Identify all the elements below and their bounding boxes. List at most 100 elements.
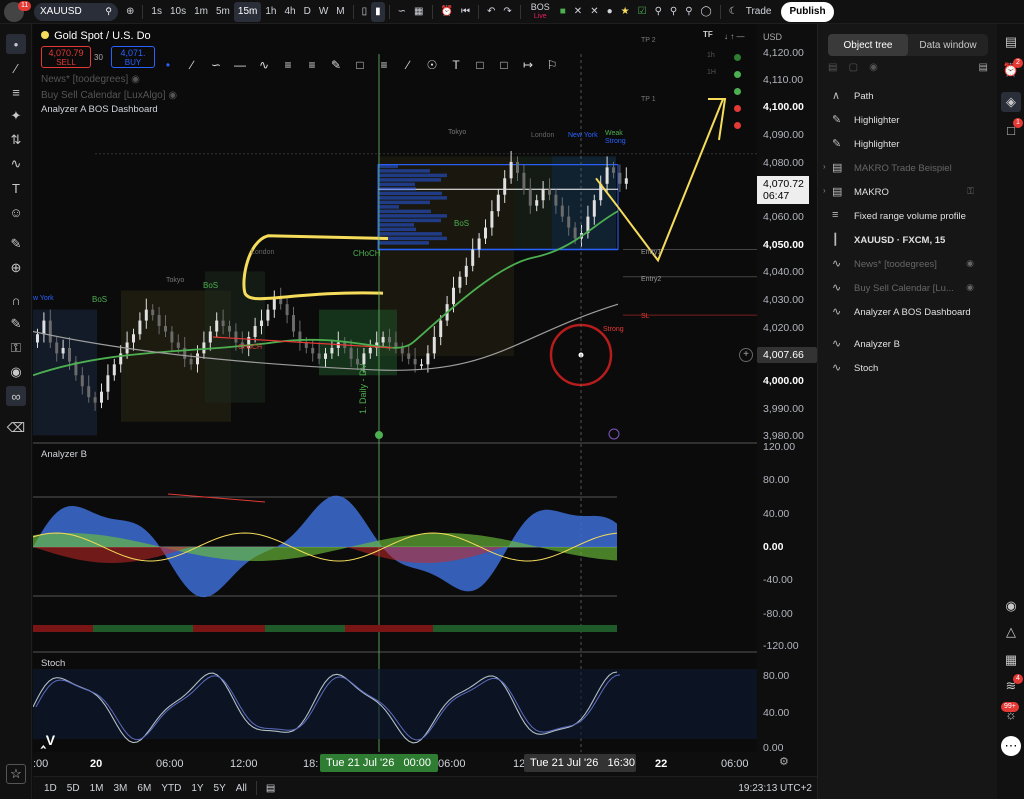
tab-data-window[interactable]: Data window — [908, 34, 988, 56]
interval-15m[interactable]: 15m — [233, 1, 262, 22]
new-folder-icon[interactable]: ▤ — [828, 62, 837, 73]
expand-chevron-icon[interactable]: › — [823, 186, 826, 195]
object-tree-item[interactable]: ≡ Fixed range volume profile — [818, 204, 998, 228]
chart-canvas[interactable] — [33, 24, 757, 752]
candles-icon[interactable]: ▮ — [371, 1, 385, 22]
rectangle-icon[interactable]: □ — [348, 55, 372, 75]
trendline-icon[interactable]: ∕ — [6, 58, 26, 78]
bar-style-icon[interactable]: ▯ — [358, 2, 372, 22]
stoch-title[interactable]: Stoch — [41, 658, 65, 669]
dashboard-controls[interactable]: ↓ ↑ — — [724, 32, 744, 41]
object-tree-item[interactable]: ∿ Buy Sell Calendar [Lu... ◉ — [818, 276, 998, 300]
interval-M[interactable]: M — [332, 2, 348, 22]
circle-icon[interactable]: ☉ — [420, 55, 444, 75]
redo-icon[interactable]: ↷ — [499, 2, 515, 22]
fib-icon[interactable]: ≡ — [300, 55, 324, 75]
lock-icon[interactable]: ⚿ — [6, 338, 26, 358]
price-axis[interactable]: USD 4,120.00 4,110.00 4,100.00 4,090.00 4,08… — [739, 24, 817, 776]
interval-1m[interactable]: 1m — [190, 2, 212, 22]
calendar-icon[interactable]: ▦ — [1001, 650, 1021, 670]
lock-icon[interactable]: ⚿ — [967, 186, 974, 197]
eye-hidden-icon[interactable]: ◉ — [966, 258, 974, 269]
pencil-icon[interactable]: ✎ — [324, 55, 348, 75]
undo-icon[interactable]: ↶ — [483, 2, 499, 22]
eye-hidden-icon[interactable]: ◉ — [168, 90, 177, 101]
range-all[interactable]: All — [231, 783, 252, 794]
fav-tools-icon[interactable]: ■ — [556, 2, 570, 22]
comment-icon[interactable]: □ — [468, 55, 492, 75]
object-tree-item[interactable]: ┃ XAUUSD · FXCM, 15 — [818, 228, 998, 252]
object-tree-item[interactable]: ∿ News* [toodegrees] ◉ — [818, 252, 998, 276]
dot-icon[interactable]: ● — [603, 2, 617, 22]
templates-icon[interactable]: ▦ — [410, 2, 427, 22]
interval-10s[interactable]: 10s — [166, 2, 190, 22]
moon-icon[interactable]: ☾ — [725, 2, 742, 22]
watchlist-icon[interactable]: ▤ — [1001, 32, 1021, 52]
trade-button[interactable]: Trade — [742, 2, 776, 22]
crosshair-icon[interactable]: • — [6, 34, 26, 54]
object-tree-item[interactable]: › ▤ MAKRO Trade Beispiel — [818, 156, 998, 180]
signal-icon[interactable]: △ — [1001, 622, 1021, 642]
settings-icon[interactable]: ⚙ — [779, 755, 789, 768]
interval-D[interactable]: D — [300, 2, 315, 22]
interval-5m[interactable]: 5m — [212, 2, 234, 22]
eye-hidden-icon[interactable]: ◉ — [966, 282, 974, 293]
replay-icon[interactable]: ⏮ — [457, 2, 474, 22]
stay-drawing-icon[interactable]: ✎ — [6, 314, 26, 334]
interval-1h[interactable]: 1h — [261, 2, 280, 22]
interval-W[interactable]: W — [315, 2, 332, 22]
ruler-icon[interactable]: ✎ — [6, 234, 26, 254]
line-icon[interactable]: — — [228, 55, 252, 75]
callout-icon[interactable]: □ — [492, 55, 516, 75]
check-icon[interactable]: ☑ — [634, 2, 651, 22]
fib-icon[interactable]: ≡ — [276, 55, 300, 75]
brush-icon[interactable]: ∕ — [180, 55, 204, 75]
eye-icon[interactable]: ◉ — [6, 362, 26, 382]
time-axis[interactable]: :00 20 06:00 12:00 18: 06:00 12 22 06:00 Tue 21 … — [33, 732, 757, 776]
flag-icon[interactable]: ⚐ — [540, 55, 564, 75]
range-5d[interactable]: 5D — [62, 783, 85, 794]
range-1d[interactable]: 1D — [39, 783, 62, 794]
object-tree-item[interactable]: ✎ Highlighter — [818, 108, 998, 132]
alert-icon[interactable]: ⏰ — [437, 2, 457, 22]
text-icon[interactable]: T — [444, 55, 468, 75]
fib-icon[interactable]: ≡ — [6, 82, 26, 102]
dot-icon[interactable]: • — [156, 55, 180, 75]
indicator-legend-news[interactable]: News* [toodegrees] ◉ — [41, 74, 140, 85]
indicator-legend-dashboard[interactable]: Analyzer A BOS Dashboard — [41, 104, 158, 115]
pen-icon[interactable]: ∽ — [204, 55, 228, 75]
close-icon[interactable]: ✕ — [570, 2, 586, 22]
chart-title[interactable]: Gold Spot / U.S. Do — [41, 30, 151, 42]
indicator-chip[interactable]: BOS Live — [525, 2, 556, 22]
object-tree-icon[interactable]: ◈ — [1001, 92, 1021, 112]
link-icon[interactable]: ∞ — [6, 386, 26, 406]
trash-icon[interactable]: ⌫ — [6, 418, 26, 438]
pattern-icon[interactable]: ✦ — [6, 106, 26, 126]
object-tree-item[interactable]: ∿ Analyzer A BOS Dashboard — [818, 300, 998, 324]
interval-4h[interactable]: 4h — [280, 2, 299, 22]
tab-object-tree[interactable]: Object tree — [828, 34, 908, 56]
close-icon[interactable]: ✕ — [586, 2, 602, 22]
path-icon[interactable]: ∿ — [252, 55, 276, 75]
add-alert-icon[interactable]: + — [739, 348, 753, 362]
expand-chevron-icon[interactable]: › — [823, 162, 826, 171]
object-tree-item[interactable]: ∿ Analyzer B — [818, 332, 998, 356]
group-icon[interactable]: ◉ — [869, 62, 878, 73]
object-tree-item[interactable]: ✎ Highlighter — [818, 132, 998, 156]
range-ytd[interactable]: YTD — [156, 783, 186, 794]
star-icon[interactable]: ☆ — [6, 764, 26, 784]
range-1m[interactable]: 1M — [85, 783, 109, 794]
range-6m[interactable]: 6M — [132, 783, 156, 794]
arrow-icon[interactable]: ↦ — [516, 55, 540, 75]
range-1y[interactable]: 1Y — [186, 783, 208, 794]
brush-icon[interactable]: ∕ — [396, 55, 420, 75]
text-icon[interactable]: T — [6, 178, 26, 198]
copy-icon[interactable]: ▢ — [849, 62, 858, 73]
magnifier-icon[interactable]: ⚲ — [651, 2, 666, 22]
range-5y[interactable]: 5Y — [209, 783, 231, 794]
interval-1s[interactable]: 1s — [147, 2, 166, 22]
sell-button[interactable]: 4,070.79 SELL — [41, 46, 91, 68]
star-icon[interactable]: ★ — [617, 2, 634, 22]
add-symbol-button[interactable]: ⊕ — [122, 2, 138, 22]
magnifier-icon[interactable]: ⚲ — [681, 2, 696, 22]
